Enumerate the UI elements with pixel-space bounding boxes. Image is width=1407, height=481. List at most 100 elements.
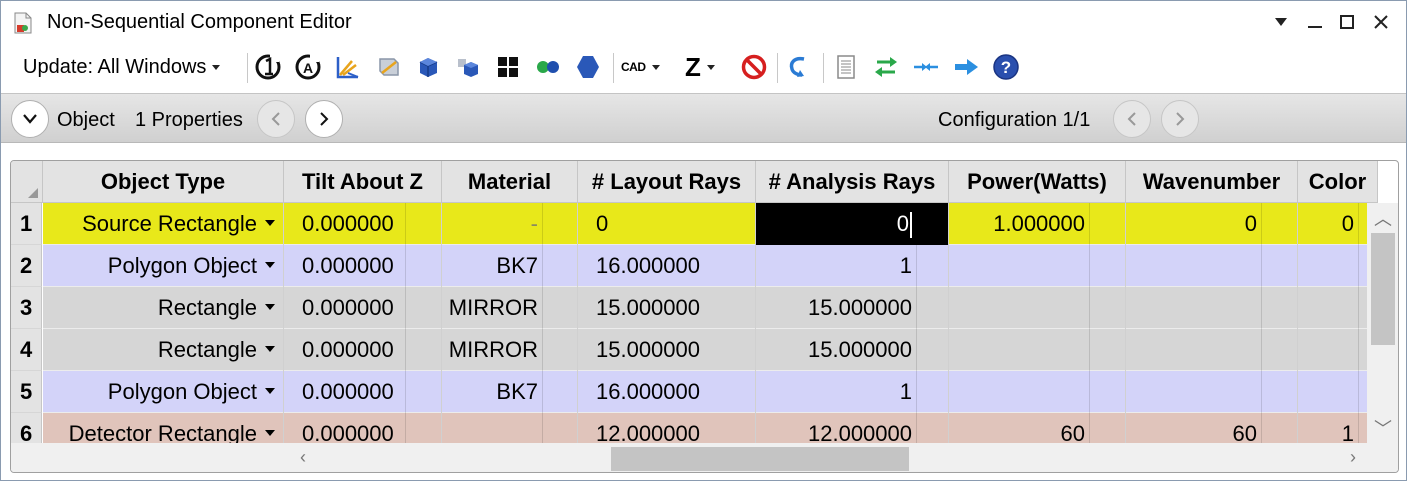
update-dropdown[interactable]: Update: All Windows <box>23 54 221 80</box>
material-cell-value: - <box>530 211 538 236</box>
material-cell[interactable]: BK7 <box>442 245 578 287</box>
tilt-about-z-cell[interactable]: 0.000000 <box>284 329 442 371</box>
object-type-cell[interactable]: Polygon Object <box>43 371 284 413</box>
toolbar: Update: All Windows A CAD Z ? <box>1 43 1406 91</box>
material-cell[interactable]: MIRROR <box>442 329 578 371</box>
header-material[interactable]: Material <box>442 161 578 203</box>
window-menu-button[interactable] <box>1263 7 1299 37</box>
chevron-left-icon[interactable]: ‹ <box>291 447 315 467</box>
object-bar: Object 1 Properties Configuration 1/1 <box>1 93 1406 143</box>
row-number[interactable]: 3 <box>11 287 42 329</box>
layout-rays-cell[interactable]: 16.000000 <box>578 371 756 413</box>
vertical-scroll-thumb[interactable] <box>1371 233 1395 345</box>
header-color[interactable]: Color <box>1298 161 1378 203</box>
object-type-cell[interactable]: Rectangle <box>43 329 284 371</box>
power-cell[interactable]: 1.000000 <box>949 203 1126 245</box>
maximize-button[interactable] <box>1329 7 1365 37</box>
power-cell[interactable] <box>949 245 1126 287</box>
analysis-rays-cell[interactable]: 0 <box>756 203 949 245</box>
row-number[interactable]: 4 <box>11 329 42 371</box>
header-tilt-about-z[interactable]: Tilt About Z <box>284 161 442 203</box>
z-dropdown[interactable]: Z <box>685 52 731 82</box>
layout-rays-cell-value: 16.000000 <box>596 253 700 278</box>
analysis-rays-cell[interactable]: 1 <box>756 245 949 287</box>
color-cell[interactable] <box>1298 245 1378 287</box>
help-button[interactable]: ? <box>991 52 1021 82</box>
reset-button[interactable] <box>253 52 283 82</box>
cad-dropdown[interactable]: CAD <box>621 52 671 82</box>
undo-button[interactable] <box>783 52 813 82</box>
object-type-cell[interactable]: Rectangle <box>43 287 284 329</box>
close-button[interactable] <box>1363 7 1399 37</box>
object-type-cell[interactable]: Polygon Object <box>43 245 284 287</box>
material-cell[interactable]: BK7 <box>442 371 578 413</box>
dots-button[interactable] <box>533 52 563 82</box>
grid-icon <box>498 57 518 77</box>
wavenumber-cell[interactable] <box>1126 371 1298 413</box>
color-cell[interactable] <box>1298 329 1378 371</box>
row-number[interactable]: 5 <box>11 371 42 413</box>
arrow-button[interactable] <box>951 52 981 82</box>
header-layout-rays[interactable]: # Layout Rays <box>578 161 756 203</box>
convert-button[interactable] <box>911 52 941 82</box>
hexagon-button[interactable] <box>573 52 603 82</box>
wavenumber-cell[interactable] <box>1126 287 1298 329</box>
header-wavenumber[interactable]: Wavenumber <box>1126 161 1298 203</box>
row-number[interactable]: 1 <box>11 203 42 245</box>
tilt-about-z-cell[interactable]: 0.000000 <box>284 371 442 413</box>
notes-button[interactable] <box>831 52 861 82</box>
previous-configuration-button[interactable] <box>1113 100 1151 138</box>
previous-object-button[interactable] <box>257 100 295 138</box>
material-cell[interactable]: - <box>442 203 578 245</box>
dropdown-caret-icon <box>265 304 275 311</box>
chevron-down-icon[interactable]: ﹀ <box>1371 419 1395 439</box>
swap-button[interactable] <box>871 52 901 82</box>
chevron-up-icon[interactable]: ︿ <box>1371 209 1395 229</box>
object-type-cell[interactable]: Source Rectangle <box>43 203 284 245</box>
vertical-scrollbar[interactable]: ︿ ﹀ <box>1367 203 1398 443</box>
analysis-rays-cell[interactable]: 15.000000 <box>756 329 949 371</box>
grid-corner[interactable] <box>11 161 43 203</box>
cell-text <box>949 287 1089 329</box>
header-analysis-rays[interactable]: # Analysis Rays <box>756 161 949 203</box>
layout-rays-cell[interactable]: 16.000000 <box>578 245 756 287</box>
analysis-rays-cell[interactable]: 15.000000 <box>756 287 949 329</box>
tilt-about-z-cell[interactable]: 0.000000 <box>284 203 442 245</box>
analysis-rays-cell[interactable]: 1 <box>756 371 949 413</box>
wavenumber-cell[interactable]: 0 <box>1126 203 1298 245</box>
power-cell[interactable] <box>949 329 1126 371</box>
next-object-button[interactable] <box>305 100 343 138</box>
minimize-button[interactable] <box>1297 7 1333 37</box>
grid-button[interactable] <box>493 52 523 82</box>
color-cell[interactable] <box>1298 371 1378 413</box>
horizontal-scroll-thumb[interactable] <box>611 447 909 471</box>
solid-model-button[interactable] <box>413 52 443 82</box>
wavenumber-cell[interactable] <box>1126 329 1298 371</box>
power-cell[interactable] <box>949 287 1126 329</box>
horizontal-scrollbar[interactable]: ‹ › <box>11 443 1398 472</box>
auto-button[interactable]: A <box>293 52 323 82</box>
wavenumber-cell[interactable] <box>1126 245 1298 287</box>
material-cell[interactable]: MIRROR <box>442 287 578 329</box>
layout-rays-cell[interactable]: 0 <box>578 203 756 245</box>
next-configuration-button[interactable] <box>1161 100 1199 138</box>
row-number[interactable]: 2 <box>11 245 42 287</box>
shaded-model-button[interactable] <box>453 52 483 82</box>
expand-button[interactable] <box>11 100 49 138</box>
cell-text: 0.000000 <box>284 371 405 413</box>
header-power[interactable]: Power(Watts) <box>949 161 1126 203</box>
header-object-type[interactable]: Object Type <box>43 161 284 203</box>
layout-button[interactable] <box>373 52 403 82</box>
layout-rays-cell[interactable]: 15.000000 <box>578 287 756 329</box>
layout-rays-cell-value: 15.000000 <box>596 337 700 362</box>
stop-button[interactable] <box>739 52 769 82</box>
tilt-about-z-cell[interactable]: 0.000000 <box>284 245 442 287</box>
cell-divider <box>1089 371 1090 413</box>
chevron-right-icon[interactable]: › <box>1341 447 1365 467</box>
color-cell[interactable] <box>1298 287 1378 329</box>
layout-rays-cell[interactable]: 15.000000 <box>578 329 756 371</box>
tilt-about-z-cell[interactable]: 0.000000 <box>284 287 442 329</box>
color-cell[interactable]: 0 <box>1298 203 1378 245</box>
ray-trace-button[interactable] <box>333 52 363 82</box>
power-cell[interactable] <box>949 371 1126 413</box>
